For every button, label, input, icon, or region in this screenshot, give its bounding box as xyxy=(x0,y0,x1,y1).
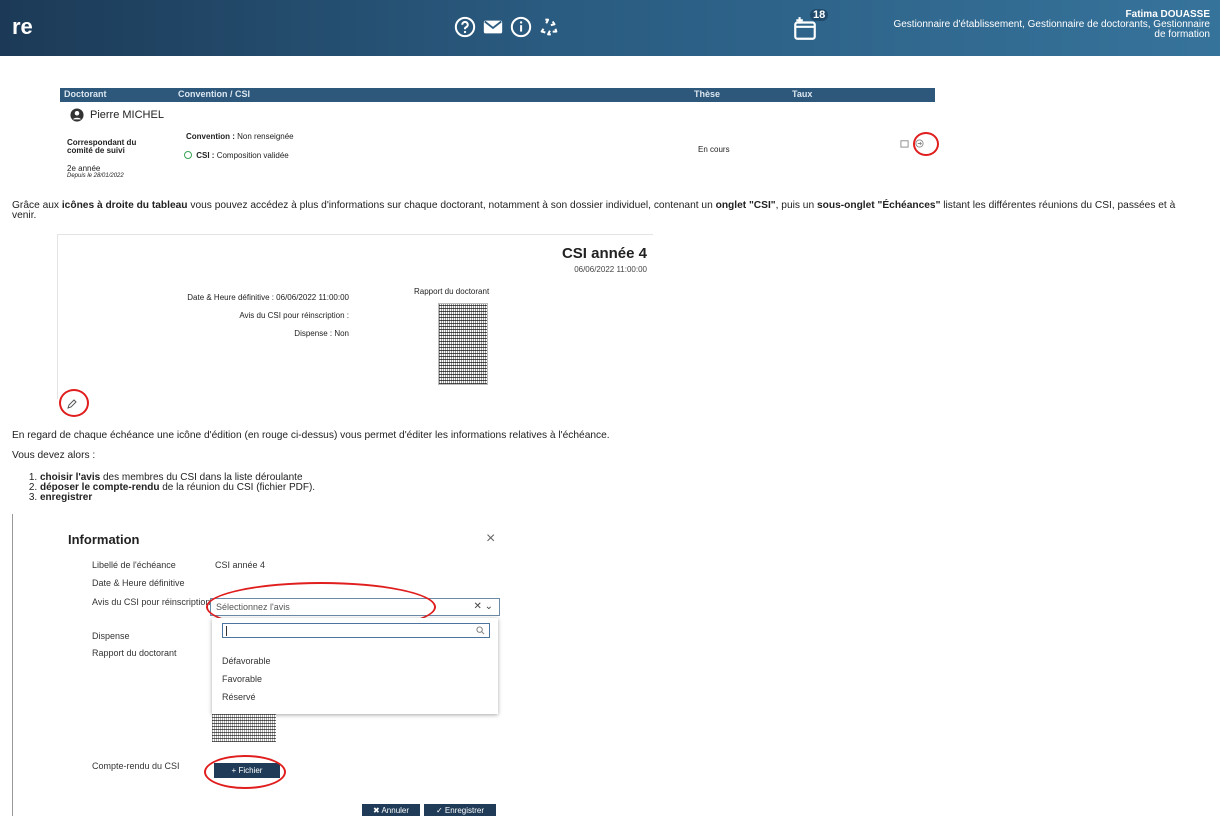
list-item: enregistrer xyxy=(40,493,315,503)
instruction-lead: Vous devez alors : xyxy=(12,450,96,461)
cancel-button[interactable]: ✖ Annuler xyxy=(362,804,420,816)
info-icon[interactable] xyxy=(510,16,532,43)
doctorant-name-text[interactable]: Pierre MICHEL xyxy=(90,109,164,121)
dropdown-search-input[interactable] xyxy=(222,623,490,638)
convention-label: Convention : xyxy=(186,132,235,141)
doctorant-since: Depuis le 28/01/2022 xyxy=(67,173,124,179)
para1-text-2: vous pouvez accédez à plus d'information… xyxy=(187,200,716,211)
highlight-ring xyxy=(59,389,89,417)
these-status: En cours xyxy=(698,145,730,154)
text-cursor xyxy=(226,626,227,636)
highlight-ring xyxy=(204,755,286,789)
highlight-ring xyxy=(913,132,939,156)
cancel-label: Annuler xyxy=(381,806,410,815)
label-dispense: Dispense xyxy=(92,631,130,641)
label-libelle: Libellé de l'échéance xyxy=(92,560,176,570)
rapport-label: Rapport du doctorant xyxy=(414,287,490,296)
csi-value: Composition validée xyxy=(216,151,289,160)
convention-status: Convention : Non renseignée xyxy=(186,132,294,141)
para1-bold-2: onglet "CSI" xyxy=(715,200,776,211)
rapport-thumbnail[interactable] xyxy=(438,303,488,385)
para1-text-3: , puis un xyxy=(775,200,817,211)
steps-list: choisir l'avis des membres du CSI dans l… xyxy=(30,473,315,503)
csi-card-date: 06/06/2022 11:00:00 xyxy=(574,265,647,274)
left-border xyxy=(12,514,13,816)
doctorant-year: 2e année xyxy=(67,164,101,173)
modal-title: Information xyxy=(68,532,140,547)
para1-bold-3: sous-onglet "Échéances" xyxy=(816,200,941,211)
option-reserve[interactable]: Réservé xyxy=(222,692,256,702)
para1-text-5: venir. xyxy=(12,210,37,221)
option-defavorable[interactable]: Défavorable xyxy=(222,656,271,666)
csi-date-heure: Date & Heure définitive : 06/06/2022 11:… xyxy=(187,293,349,302)
avis-dropdown: Défavorable Favorable Réservé xyxy=(212,618,498,714)
csi-dispense: Dispense : Non xyxy=(294,329,349,338)
notification-badge: 18 xyxy=(810,9,829,21)
doctorant-name: Pierre MICHEL xyxy=(70,108,164,122)
app-brand[interactable]: re xyxy=(12,14,33,40)
information-modal: Information × Libellé de l'échéance CSI … xyxy=(58,520,508,816)
csi-card: CSI année 4 06/06/2022 11:00:00 Date & H… xyxy=(57,234,653,399)
label-date: Date & Heure définitive xyxy=(92,578,185,588)
csi-label: CSI : xyxy=(196,151,215,160)
option-favorable[interactable]: Favorable xyxy=(222,674,262,684)
check-circle-icon xyxy=(184,151,192,159)
col-these[interactable]: Thèse xyxy=(694,89,720,99)
top-header: re 18 Fatima DOUASSE Gestionnaire d'étab… xyxy=(0,0,1220,56)
table-header: Doctorant Convention / CSI Thèse Taux xyxy=(60,88,935,102)
help-icon[interactable] xyxy=(454,16,476,43)
para1-bold-1: icônes à droite du tableau xyxy=(61,200,188,211)
user-roles: Gestionnaire d'établissement, Gestionnai… xyxy=(893,19,1210,40)
header-icon-group xyxy=(454,16,560,43)
col-taux[interactable]: Taux xyxy=(792,89,812,99)
intro-paragraph: Grâce aux icônes à droite du tableau vou… xyxy=(12,200,1217,221)
doctorant-role: Correspondant du comité de suivi xyxy=(67,138,137,155)
mail-icon[interactable] xyxy=(482,16,504,43)
save-button[interactable]: ✓ Enregistrer xyxy=(424,804,496,816)
recycle-icon[interactable] xyxy=(538,16,560,43)
save-label: Enregistrer xyxy=(444,806,485,815)
clear-chevron-icon[interactable]: ✕ ⌄ xyxy=(473,601,493,612)
label-rapport: Rapport du doctorant xyxy=(92,648,177,658)
user-circle-icon xyxy=(70,108,84,122)
search-icon xyxy=(476,626,485,635)
convention-value: Non renseignée xyxy=(237,132,294,141)
csi-avis: Avis du CSI pour réinscription : xyxy=(239,311,349,320)
label-compte-rendu: Compte-rendu du CSI xyxy=(92,761,180,771)
col-convention[interactable]: Convention / CSI xyxy=(178,89,250,99)
col-doctorant[interactable]: Doctorant xyxy=(64,89,107,99)
csi-card-title: CSI année 4 xyxy=(561,245,647,262)
folder-icon[interactable] xyxy=(900,139,909,148)
step-text: de la réunion du CSI (fichier PDF). xyxy=(159,482,316,493)
user-info[interactable]: Fatima DOUASSE Gestionnaire d'établissem… xyxy=(880,10,1210,40)
value-libelle: CSI année 4 xyxy=(215,560,266,570)
edit-paragraph: En regard de chaque échéance une icône d… xyxy=(12,430,610,441)
close-icon[interactable]: × xyxy=(486,530,495,548)
csi-status: CSI : Composition validée xyxy=(184,150,289,160)
para1-text-4: listant les différentes réunions du CSI,… xyxy=(940,200,1176,211)
rapport-thumbnail[interactable] xyxy=(212,714,276,742)
step-bold: enregistrer xyxy=(40,492,93,503)
label-avis: Avis du CSI pour réinscription xyxy=(92,597,211,607)
